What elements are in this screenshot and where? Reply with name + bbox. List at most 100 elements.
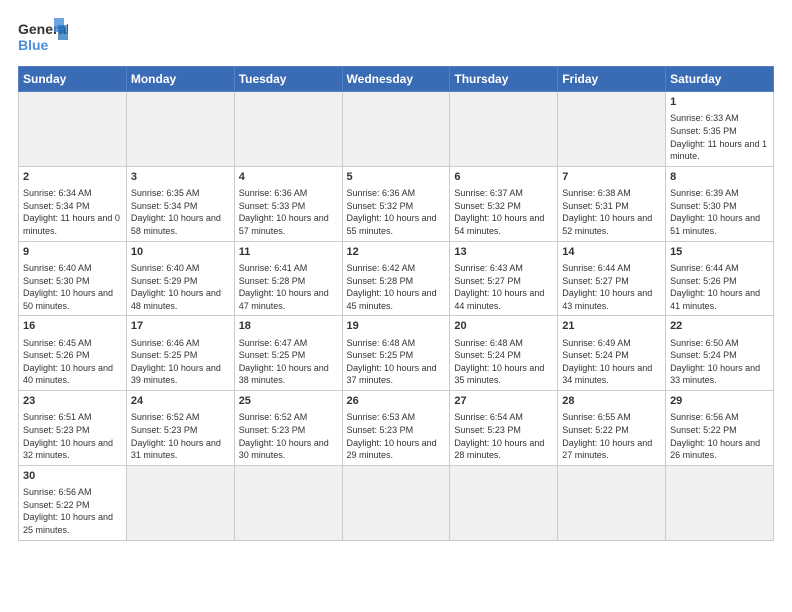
day-info: Sunrise: 6:43 AM (454, 262, 553, 275)
day-info: Sunrise: 6:44 AM (562, 262, 661, 275)
calendar-cell (19, 92, 127, 167)
day-info: Daylight: 10 hours and 58 minutes. (131, 212, 230, 237)
calendar-cell: 19Sunrise: 6:48 AMSunset: 5:25 PMDayligh… (342, 316, 450, 391)
day-info: Daylight: 10 hours and 44 minutes. (454, 287, 553, 312)
day-number: 30 (23, 469, 122, 484)
day-info: Daylight: 10 hours and 29 minutes. (347, 437, 446, 462)
calendar-cell: 14Sunrise: 6:44 AMSunset: 5:27 PMDayligh… (558, 241, 666, 316)
day-number: 27 (454, 394, 553, 409)
calendar-row-1: 1 Sunrise: 6:33 AMSunset: 5:35 PMDaylight… (19, 92, 774, 167)
day-number: 11 (239, 245, 338, 260)
day-info: Sunrise: 6:46 AM (131, 337, 230, 350)
day-number: 2 (23, 170, 122, 185)
day-info: Daylight: 10 hours and 31 minutes. (131, 437, 230, 462)
calendar-cell: 10Sunrise: 6:40 AMSunset: 5:29 PMDayligh… (126, 241, 234, 316)
day-number: 22 (670, 319, 769, 334)
calendar-cell: 23Sunrise: 6:51 AMSunset: 5:23 PMDayligh… (19, 391, 127, 466)
day-info: Sunrise: 6:54 AM (454, 411, 553, 424)
day-info: Sunset: 5:22 PM (23, 499, 122, 512)
day-number: 7 (562, 170, 661, 185)
day-info: Sunrise: 6:44 AM (670, 262, 769, 275)
day-info: Sunset: 5:30 PM (670, 200, 769, 213)
day-info: Daylight: 10 hours and 25 minutes. (23, 511, 122, 536)
day-info: Sunset: 5:33 PM (239, 200, 338, 213)
calendar-cell: 16Sunrise: 6:45 AMSunset: 5:26 PMDayligh… (19, 316, 127, 391)
day-info: Sunrise: 6:56 AM (23, 486, 122, 499)
calendar-row-6: 30 Sunrise: 6:56 AMSunset: 5:22 PMDayligh… (19, 465, 774, 540)
day-info: Daylight: 10 hours and 38 minutes. (239, 362, 338, 387)
calendar-cell: 24Sunrise: 6:52 AMSunset: 5:23 PMDayligh… (126, 391, 234, 466)
day-info: Sunset: 5:27 PM (562, 275, 661, 288)
calendar-cell (666, 465, 774, 540)
day-info: Daylight: 10 hours and 57 minutes. (239, 212, 338, 237)
calendar-cell (126, 92, 234, 167)
calendar-cell: 25Sunrise: 6:52 AMSunset: 5:23 PMDayligh… (234, 391, 342, 466)
day-info: Sunset: 5:24 PM (562, 349, 661, 362)
day-info: Sunrise: 6:40 AM (131, 262, 230, 275)
day-info: Sunset: 5:24 PM (454, 349, 553, 362)
day-number: 19 (347, 319, 446, 334)
header: General Blue (18, 18, 774, 56)
day-info: Daylight: 10 hours and 47 minutes. (239, 287, 338, 312)
day-number: 17 (131, 319, 230, 334)
day-info: Sunrise: 6:33 AM (670, 112, 769, 125)
day-info: Sunrise: 6:45 AM (23, 337, 122, 350)
day-info: Daylight: 10 hours and 26 minutes. (670, 437, 769, 462)
day-info: Sunset: 5:25 PM (131, 349, 230, 362)
day-number: 4 (239, 170, 338, 185)
calendar-cell: 3Sunrise: 6:35 AMSunset: 5:34 PMDaylight… (126, 166, 234, 241)
weekday-header-tuesday: Tuesday (234, 67, 342, 92)
calendar-cell: 21Sunrise: 6:49 AMSunset: 5:24 PMDayligh… (558, 316, 666, 391)
day-number: 1 (670, 95, 769, 110)
generalblue-logo-icon: General Blue (18, 18, 68, 56)
day-info: Daylight: 10 hours and 50 minutes. (23, 287, 122, 312)
day-info: Daylight: 10 hours and 27 minutes. (562, 437, 661, 462)
day-number: 5 (347, 170, 446, 185)
day-info: Sunrise: 6:36 AM (239, 187, 338, 200)
weekday-header-row: SundayMondayTuesdayWednesdayThursdayFrid… (19, 67, 774, 92)
day-number: 6 (454, 170, 553, 185)
day-info: Sunset: 5:35 PM (670, 125, 769, 138)
day-info: Daylight: 10 hours and 43 minutes. (562, 287, 661, 312)
day-info: Daylight: 11 hours and 1 minute. (670, 138, 769, 163)
day-info: Sunset: 5:23 PM (131, 424, 230, 437)
day-info: Daylight: 10 hours and 30 minutes. (239, 437, 338, 462)
day-info: Sunrise: 6:48 AM (454, 337, 553, 350)
day-info: Sunset: 5:25 PM (239, 349, 338, 362)
calendar-row-5: 23Sunrise: 6:51 AMSunset: 5:23 PMDayligh… (19, 391, 774, 466)
page: General Blue SundayMondayTuesdayWednesda… (0, 0, 792, 612)
day-info: Daylight: 10 hours and 55 minutes. (347, 212, 446, 237)
day-info: Sunset: 5:29 PM (131, 275, 230, 288)
calendar-cell (234, 92, 342, 167)
day-info: Sunrise: 6:41 AM (239, 262, 338, 275)
day-number: 12 (347, 245, 446, 260)
day-number: 26 (347, 394, 446, 409)
calendar-cell: 2Sunrise: 6:34 AMSunset: 5:34 PMDaylight… (19, 166, 127, 241)
calendar-cell: 6Sunrise: 6:37 AMSunset: 5:32 PMDaylight… (450, 166, 558, 241)
calendar-cell: 13Sunrise: 6:43 AMSunset: 5:27 PMDayligh… (450, 241, 558, 316)
day-info: Sunrise: 6:48 AM (347, 337, 446, 350)
calendar-cell: 11Sunrise: 6:41 AMSunset: 5:28 PMDayligh… (234, 241, 342, 316)
calendar-cell: 30 Sunrise: 6:56 AMSunset: 5:22 PMDayligh… (19, 465, 127, 540)
day-number: 13 (454, 245, 553, 260)
day-info: Sunrise: 6:42 AM (347, 262, 446, 275)
calendar-cell: 20Sunrise: 6:48 AMSunset: 5:24 PMDayligh… (450, 316, 558, 391)
day-info: Daylight: 10 hours and 33 minutes. (670, 362, 769, 387)
day-number: 3 (131, 170, 230, 185)
weekday-header-saturday: Saturday (666, 67, 774, 92)
day-info: Sunrise: 6:40 AM (23, 262, 122, 275)
day-info: Sunrise: 6:50 AM (670, 337, 769, 350)
weekday-header-sunday: Sunday (19, 67, 127, 92)
calendar-cell: 26Sunrise: 6:53 AMSunset: 5:23 PMDayligh… (342, 391, 450, 466)
day-number: 8 (670, 170, 769, 185)
calendar-row-3: 9Sunrise: 6:40 AMSunset: 5:30 PMDaylight… (19, 241, 774, 316)
day-number: 20 (454, 319, 553, 334)
day-info: Daylight: 10 hours and 32 minutes. (23, 437, 122, 462)
weekday-header-thursday: Thursday (450, 67, 558, 92)
calendar-cell (558, 92, 666, 167)
day-info: Sunrise: 6:39 AM (670, 187, 769, 200)
day-number: 18 (239, 319, 338, 334)
calendar-cell: 28Sunrise: 6:55 AMSunset: 5:22 PMDayligh… (558, 391, 666, 466)
day-info: Sunrise: 6:51 AM (23, 411, 122, 424)
day-info: Daylight: 10 hours and 45 minutes. (347, 287, 446, 312)
